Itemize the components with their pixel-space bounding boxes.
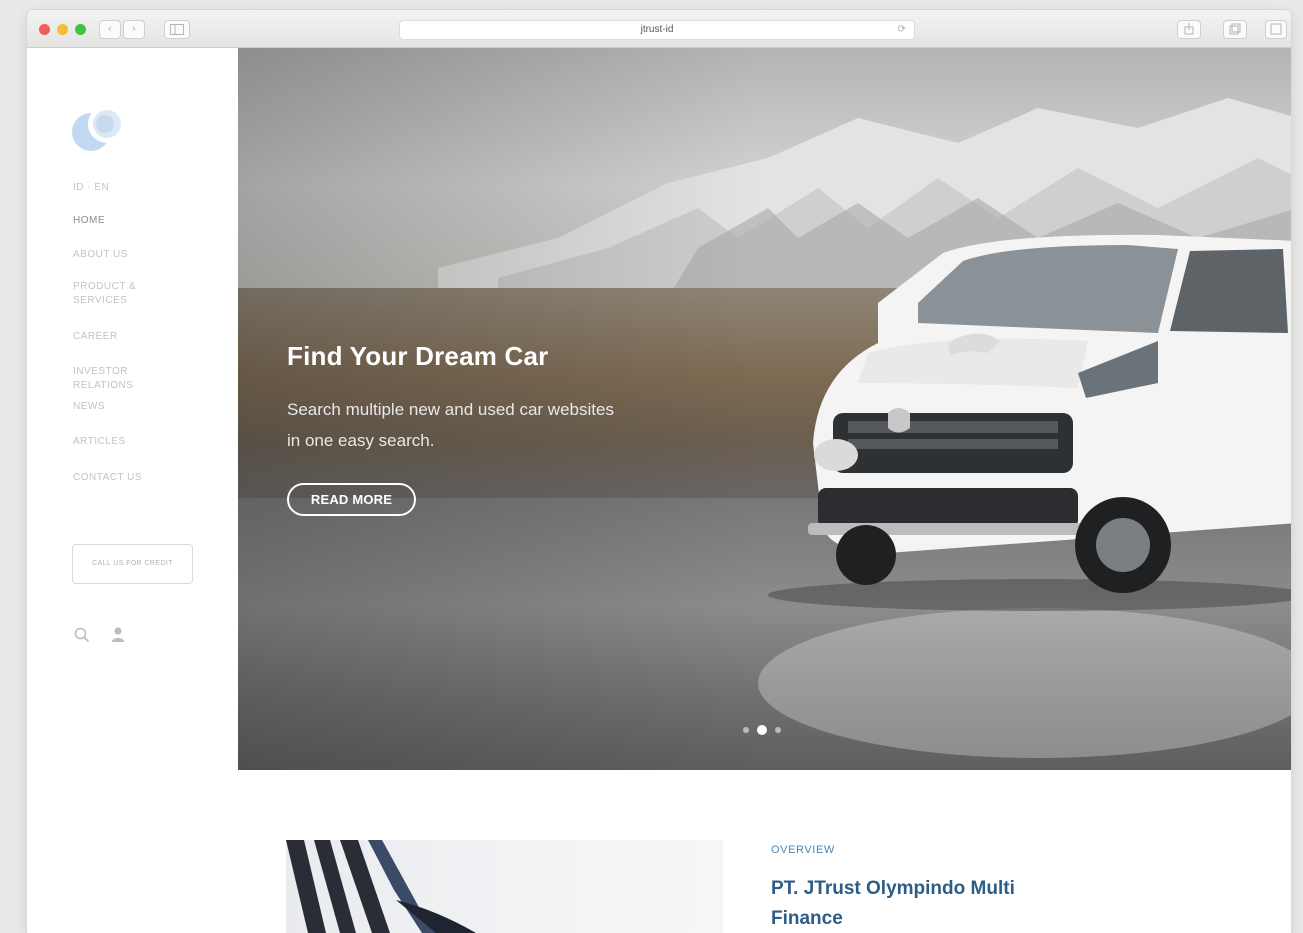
search-icon[interactable]: [74, 627, 90, 643]
slide-dot[interactable]: [775, 727, 781, 733]
minimize-window-button[interactable]: [57, 24, 68, 35]
address-bar[interactable]: jtrust-id ⟳: [399, 20, 915, 40]
menu-item-investor[interactable]: INVESTOR RELATIONS: [73, 365, 173, 393]
chevron-right-icon: ›: [132, 23, 136, 35]
overview-image: [286, 840, 723, 933]
hero-title: Find Your Dream Car: [287, 341, 549, 371]
menu-item-products[interactable]: PRODUCT & SERVICES: [73, 280, 173, 308]
menu-item-career[interactable]: CAREER: [73, 330, 173, 344]
chevron-left-icon: ‹: [108, 23, 112, 35]
menu-item-home[interactable]: HOME: [73, 214, 173, 228]
menu-item-about[interactable]: ABOUT US: [73, 248, 173, 262]
close-window-button[interactable]: [39, 24, 50, 35]
menu-item-articles[interactable]: ARTICLES: [73, 435, 173, 449]
sidebar-toggle-button[interactable]: [164, 20, 190, 39]
hero-subtitle: Search multiple new and used car website…: [287, 400, 614, 450]
menu-item-contact[interactable]: CONTACT US: [73, 471, 173, 485]
browser-titlebar: ‹ › jtrust-id ⟳: [27, 10, 1291, 48]
sidebar-icon: [170, 24, 184, 35]
puddle-reflection: [758, 608, 1291, 758]
tabs-icon: [1229, 23, 1241, 35]
share-icon: [1184, 23, 1194, 35]
reload-icon[interactable]: ⟳: [898, 21, 906, 39]
tabs-button[interactable]: [1223, 20, 1247, 39]
extension-button[interactable]: [1265, 20, 1287, 39]
logo-circle: [96, 115, 114, 133]
white-suv-image: [768, 234, 1291, 611]
slide-dot[interactable]: [743, 727, 749, 733]
menu-item-language[interactable]: ID · EN: [73, 181, 173, 195]
hero-slider: Find Your Dream Car Search multiple new …: [238, 48, 1291, 770]
back-button[interactable]: ‹: [99, 20, 121, 39]
read-more-button[interactable]: READ MORE: [287, 483, 416, 516]
call-for-credit-button[interactable]: CALL US FOR CREDIT: [72, 544, 193, 584]
forward-button[interactable]: ›: [123, 20, 145, 39]
slide-dot-active[interactable]: [757, 725, 767, 735]
browser-window: ‹ › jtrust-id ⟳ ID · EN HOME ABOUT US PR…: [27, 10, 1291, 933]
overview-label: OVERVIEW: [771, 844, 835, 856]
zoom-window-button[interactable]: [75, 24, 86, 35]
address-text: jtrust-id: [640, 24, 674, 35]
company-logo[interactable]: [72, 103, 128, 153]
overview-title: PT. JTrust Olympindo Multi Finance: [771, 878, 1015, 929]
user-icon[interactable]: [111, 626, 125, 643]
extension-icon: [1270, 23, 1282, 35]
building-stripes-image: [286, 840, 476, 933]
share-button[interactable]: [1177, 20, 1201, 39]
site-sidebar: ID · EN HOME ABOUT US PRODUCT & SERVICES…: [27, 48, 238, 933]
menu-item-news[interactable]: NEWS: [73, 400, 173, 414]
